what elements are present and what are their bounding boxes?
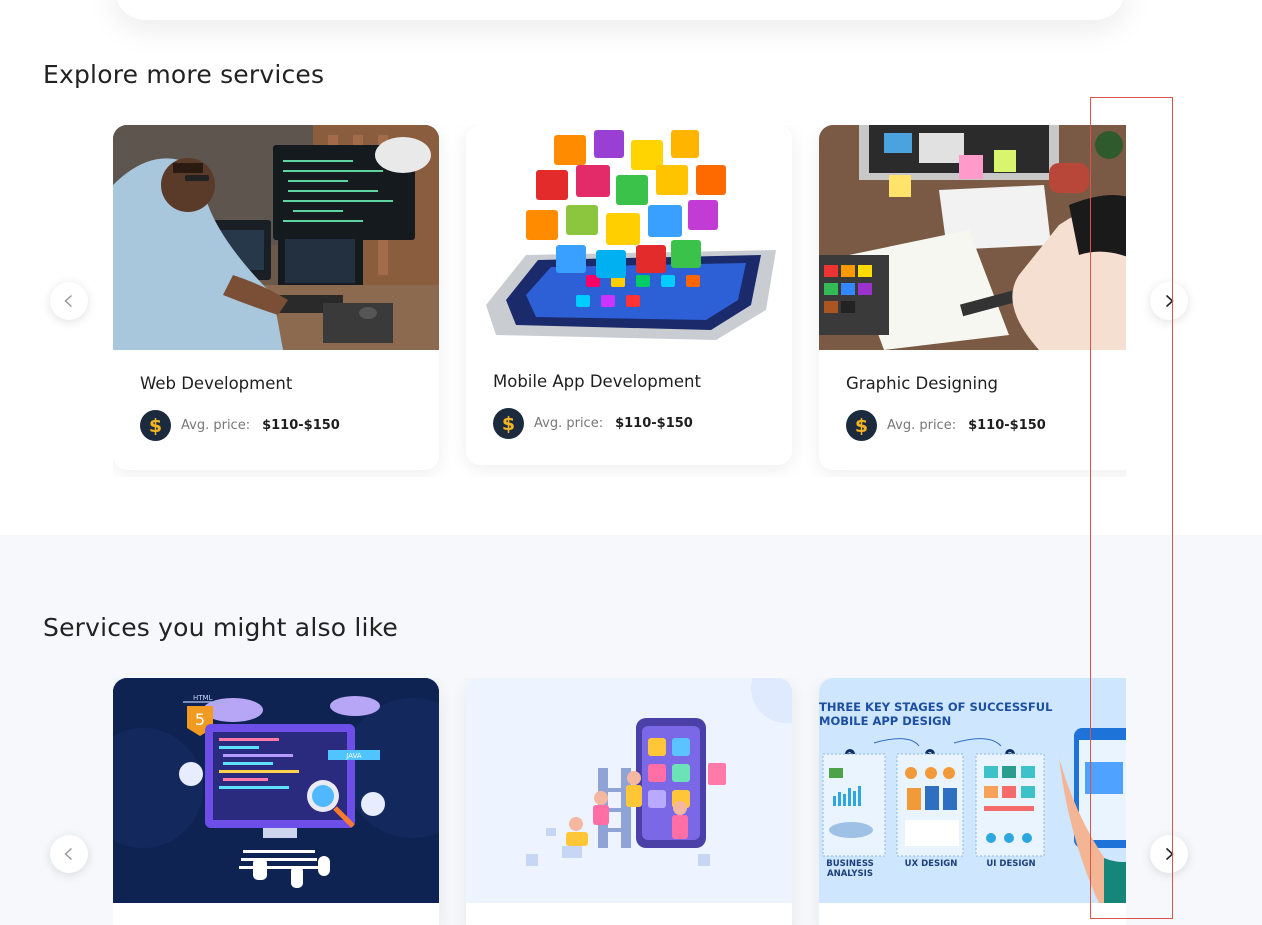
chevron-right-icon — [1165, 847, 1174, 861]
price-label: Avg. price: — [887, 418, 957, 433]
header-card-shadow — [115, 0, 1125, 20]
chevron-right-icon — [1165, 294, 1174, 308]
chevron-left-icon — [64, 847, 73, 861]
html5-monitor-illustration-icon: 5 HTML JAVA — [113, 678, 439, 903]
price-row: $ Avg. price: $110-$150 — [846, 410, 1118, 441]
carousel-next-button[interactable] — [1150, 835, 1188, 873]
app-builders-illustration-icon — [466, 678, 792, 903]
carousel-prev-button[interactable] — [50, 282, 88, 320]
price-label: Avg. price: — [534, 416, 604, 431]
service-card-mobile-app-development[interactable]: Mobile App Development $ Avg. price: $11… — [466, 125, 792, 465]
html5-badge-number: 5 — [195, 710, 205, 729]
dollar-coin-icon: $ — [493, 408, 524, 439]
carousel-prev-button[interactable] — [50, 835, 88, 873]
explore-carousel: Web Development $ Avg. price: $110-$150 — [113, 125, 1126, 477]
price-value: $110-$150 — [262, 418, 340, 433]
price-row: $ Avg. price: $110-$150 — [140, 410, 412, 441]
price-value: $110-$150 — [968, 418, 1046, 433]
stage-label-ux-design: UX DESIGN — [904, 859, 958, 869]
dollar-coin-icon: $ — [846, 410, 877, 441]
dollar-coin-icon: $ — [140, 410, 171, 441]
card-title: Graphic Designing — [846, 374, 998, 393]
service-card-web-development[interactable]: Web Development $ Avg. price: $110-$150 — [113, 125, 439, 470]
mobile-app-cubes-icon — [466, 125, 792, 345]
section-title-recommended: Services you might also like — [43, 613, 399, 642]
developer-photo-icon — [113, 125, 439, 350]
service-card-graphic-designing[interactable]: Graphic Designing $ Avg. price: $110-$15… — [819, 125, 1126, 470]
java-tag: JAVA — [345, 752, 362, 760]
designer-desk-photo-icon — [819, 125, 1126, 350]
html-badge-label: HTML — [193, 694, 213, 702]
price-row: $ Avg. price: $110-$150 — [493, 408, 765, 439]
app-design-stages-infographic-icon: THREE KEY STAGES OF SUCCESSFUL MOBILE AP… — [819, 678, 1126, 903]
price-label: Avg. price: — [181, 418, 251, 433]
recommended-card-1[interactable]: 5 HTML JAVA — [113, 678, 439, 925]
card-title: Web Development — [140, 374, 293, 393]
stage-label-ui-design: UI DESIGN — [986, 859, 1036, 869]
section-title-explore: Explore more services — [43, 60, 325, 89]
carousel-next-button[interactable] — [1150, 282, 1188, 320]
chevron-left-icon — [64, 294, 73, 308]
recommended-card-3[interactable]: THREE KEY STAGES OF SUCCESSFUL MOBILE AP… — [819, 678, 1126, 925]
price-value: $110-$150 — [615, 416, 693, 431]
recommended-card-2[interactable] — [466, 678, 792, 925]
stage-label-business-analysis: BUSINESS ANALYSIS — [826, 859, 874, 879]
recommended-carousel: 5 HTML JAVA THREE KEY STAGES OF SUCCESSF… — [113, 678, 1126, 925]
card-title: Mobile App Development — [493, 372, 701, 391]
